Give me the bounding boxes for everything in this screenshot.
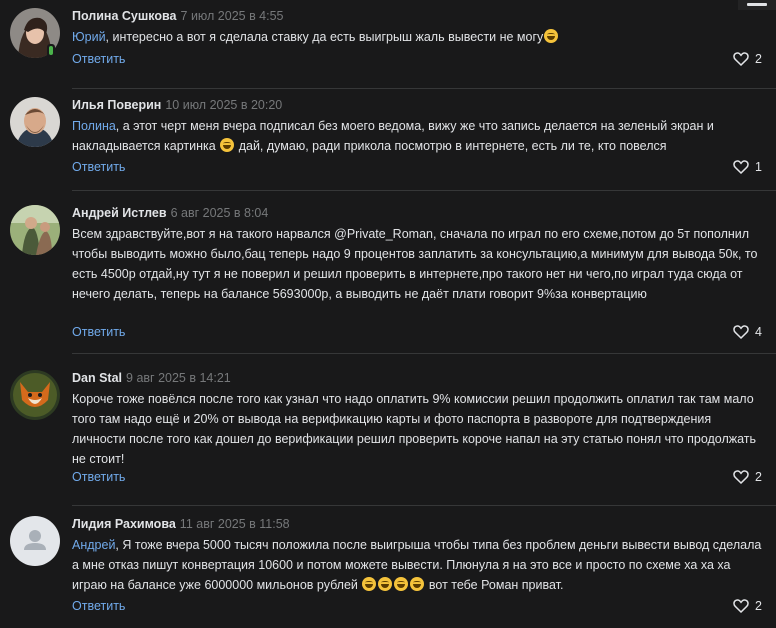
heart-outline-icon [733,599,749,613]
like-button[interactable]: 4 [733,324,762,340]
grinning-emoji-icon [394,577,409,591]
comment-author[interactable]: Илья Поверин [72,98,161,112]
reply-button[interactable]: Ответить [72,598,125,614]
avatar[interactable] [10,205,60,255]
divider [72,505,776,506]
like-count: 2 [755,52,762,66]
comment-item: Андрей Истлев 6 авг 2025 в 8:04 Всем здра… [0,205,776,354]
comment-item: Dan Stal 9 авг 2025 в 14:21 Короче тоже п… [0,370,776,506]
like-button[interactable]: 2 [733,598,762,614]
avatar[interactable] [10,516,60,566]
reply-button[interactable]: Ответить [72,469,125,485]
heart-outline-icon [733,52,749,66]
reply-button[interactable]: Ответить [72,159,125,175]
comment-author[interactable]: Dan Stal [72,371,122,385]
like-count: 1 [755,160,762,174]
grinning-emoji-icon [362,577,377,591]
like-count: 4 [755,325,762,339]
laughing-emoji-icon [544,29,559,43]
reply-button[interactable]: Ответить [72,324,125,340]
mention-link[interactable]: Андрей [72,538,115,552]
comment-text: Короче тоже повёлся после того как узнал… [72,392,757,466]
laughing-emoji-icon [220,138,235,152]
comment-item: Полина Сушкова 7 июл 2025 в 4:55 Юрий, ин… [0,8,776,89]
heart-outline-icon [733,160,749,174]
comments-page: Полина Сушкова 7 июл 2025 в 4:55 Юрий, ин… [0,0,776,628]
comment-text: Полина, а этот черт меня вчера подписал … [72,119,714,153]
heart-outline-icon [733,325,749,339]
grinning-emoji-icon [410,577,425,591]
heart-outline-icon [733,470,749,484]
avatar[interactable] [10,97,60,147]
comment-item: Илья Поверин 10 июл 2025 в 20:20 Полина, … [0,97,776,191]
comment-date[interactable]: 9 авг 2025 в 14:21 [126,371,231,385]
comment-item: Лидия Рахимова 11 авг 2025 в 11:58 Андрей… [0,516,776,626]
reply-button[interactable]: Ответить [72,51,125,67]
divider [72,190,776,191]
comment-text: Всем здравствуйте,вот я на такого нарвал… [72,227,758,301]
like-count: 2 [755,470,762,484]
like-count: 2 [755,599,762,613]
comment-author[interactable]: Лидия Рахимова [72,517,176,531]
comment-text: Юрий, интересно а вот я сделала ставку д… [72,27,764,47]
like-button[interactable]: 2 [733,469,762,485]
comment-date[interactable]: 11 авг 2025 в 11:58 [180,517,290,531]
comment-author[interactable]: Андрей Истлев [72,206,167,220]
grinning-emoji-icon [378,577,393,591]
user-silhouette-icon [10,516,60,566]
like-button[interactable]: 1 [733,159,762,175]
comment-date[interactable]: 6 авг 2025 в 8:04 [171,206,269,220]
avatar[interactable] [10,370,60,420]
mention-link[interactable]: Юрий [72,30,106,44]
online-status-icon [47,44,55,57]
comment-date[interactable]: 7 июл 2025 в 4:55 [181,9,284,23]
divider [72,353,776,354]
like-button[interactable]: 2 [733,51,762,67]
divider [72,88,776,89]
comment-date[interactable]: 10 июл 2025 в 20:20 [165,98,282,112]
mention-link[interactable]: Полина [72,119,116,133]
comment-text: Андрей, Я тоже вчера 5000 тысяч положила… [72,538,762,592]
comment-author[interactable]: Полина Сушкова [72,9,177,23]
